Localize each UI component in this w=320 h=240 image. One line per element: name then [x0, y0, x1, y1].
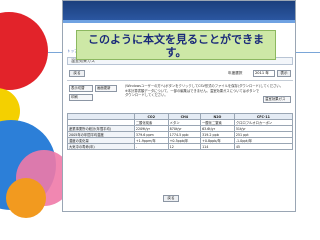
gas-table: CO2 CH4 N2O CFC-11 二酸化炭素 メタン 一酸化二窒素 クロロフ…: [67, 113, 294, 150]
back-button-bottom[interactable]: 戻る: [163, 195, 179, 202]
note-line: ダウンロードしてください。: [125, 93, 168, 98]
table-row: 大気中の寿命(年) - 12 114 45: [67, 143, 294, 150]
slide-rule-right: [296, 52, 320, 53]
slide-rule-left: [48, 52, 62, 53]
callout-text: このように本文を見ることができま す。: [77, 33, 275, 59]
table-cell: 大気中の寿命(年): [67, 143, 135, 150]
refresh-button[interactable]: 画面更新: [95, 85, 117, 92]
note-line: (Windowsユーザーの方へ)ボタンをクリックしてCSV形式のファイルを保存(…: [125, 84, 284, 88]
site-banner: [63, 1, 295, 23]
banner-stripe: [63, 20, 295, 23]
callout-line: このように本文を見ることができま: [88, 33, 264, 46]
print-button[interactable]: 印刷: [69, 94, 93, 101]
table-cell: -: [133, 143, 169, 150]
slide: トップ > 省エネ法対象 > 事業者様 > エネルギー報告 温室効果ガス 戻る …: [0, 0, 320, 240]
divider: [67, 80, 293, 81]
table-cell: 45: [233, 143, 294, 150]
table-cell: 12: [167, 143, 202, 150]
callout-line: す。: [165, 46, 187, 59]
table-cell: 114: [200, 143, 235, 150]
decorative-orange-circle: [6, 178, 46, 218]
year-select[interactable]: 2011 年: [253, 70, 275, 77]
toggle-view-button[interactable]: 表示切替: [69, 85, 93, 92]
callout-box: このように本文を見ることができま す。: [76, 30, 276, 60]
year-label: 年度選択: [228, 71, 243, 75]
show-button[interactable]: 表示: [277, 70, 291, 77]
instructions: (Windowsユーザーの方へ)ボタンをクリックしてCSV形式のファイルを保存(…: [125, 84, 293, 98]
decorative-red-circle: [0, 12, 48, 90]
back-button[interactable]: 戻る: [69, 70, 85, 77]
